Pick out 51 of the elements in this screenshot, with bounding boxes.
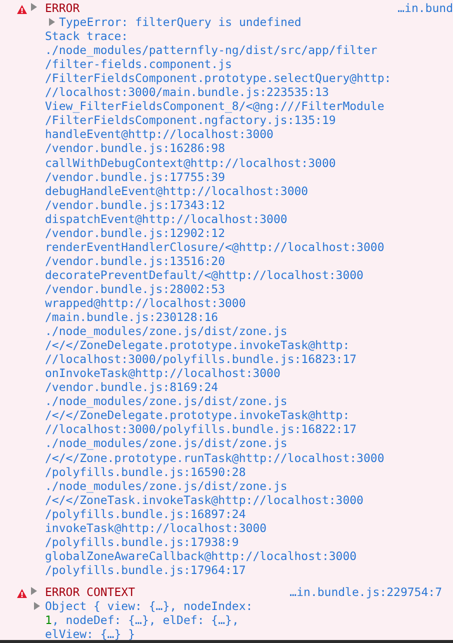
stack-trace-line: globalZoneAwareCallback@http://localhost:3000 (45, 548, 358, 563)
stack-trace-line: renderEventHandlerClosure/<@http://localhost:3000 (45, 240, 386, 254)
stack-trace-line: /vendor.bundle.js:16286:98 (45, 141, 226, 156)
stack-trace-line: /polyfills.bundle.js:17964:17 (45, 562, 247, 577)
stack-trace-line: decoratePreventDefault/<@http://localhost:3000 (45, 268, 364, 282)
source-link[interactable]: …in.bundle.js:229754:7 (290, 584, 453, 599)
stack-trace-line: //localhost:3000/polyfills.bundle.js:16823:17 (45, 352, 358, 366)
disclosure-toggle[interactable] (49, 18, 55, 26)
stack-trace-line: ./node_modules/zone.js/dist/zone.js (45, 394, 288, 408)
stack-trace-line: onInvokeTask@http://localhost:3000 (45, 366, 282, 380)
stack-trace-line: Stack trace: (45, 29, 130, 44)
stack-trace-line: /vendor.bundle.js:12902:12 (45, 226, 226, 240)
stack-trace-line: /polyfills.bundle.js:16897:24 (45, 506, 247, 521)
stack-trace-line: handleEvent@http://localhost:3000 (45, 127, 274, 142)
disclosure-toggle[interactable] (31, 586, 37, 595)
stack-trace-line: /</</Zone.prototype.runTask@http://localhost:3000 (45, 450, 386, 465)
stack-trace-line: //localhost:3000/polyfills.bundle.js:16822:17 (45, 422, 358, 436)
stack-trace-line: /</</ZoneTask.invokeTask@http://localhost:3000 (45, 492, 364, 507)
stack-trace-line: /</</ZoneDelegate.prototype.invokeTask@http: (45, 408, 351, 422)
stack-trace-line: /vendor.bundle.js:8169:24 (45, 380, 220, 394)
stack-trace-line: /</</ZoneDelegate.prototype.invokeTask@http: (45, 338, 351, 352)
stack-trace-line: /main.bundle.js:230128:16 (45, 310, 220, 324)
stack-trace-line: /vendor.bundle.js:17343:12 (45, 198, 226, 212)
stack-trace-line: invokeTask@http://localhost:3000 (45, 520, 268, 535)
stack-trace-line: /FilterFieldsComponent.prototype.selectQuery@http: (45, 71, 392, 86)
stack-trace-line: ./node_modules/zone.js/dist/zone.js (45, 436, 288, 450)
stack-trace-line: callWithDebugContext@http://localhost:3000 (45, 156, 337, 170)
stack-trace-line: debugHandleEvent@http://localhost:3000 (45, 184, 310, 198)
stack-trace-line: dispatchEvent@http://localhost:3000 (45, 212, 288, 226)
stack-trace-line: /vendor.bundle.js:13516:20 (45, 254, 226, 268)
source-link[interactable]: …in.bund (398, 1, 453, 16)
stack-trace-line: View_FilterFieldsComponent_8/<@ng:///FilterModule (45, 99, 386, 114)
stack-trace-line: /filter-fields.component.js (45, 57, 233, 72)
object-preview: Object { view: {…}, nodeIndex: 1, nodeDef: {…}, elDef: {…}, elView: {…} } (45, 598, 253, 640)
message-label: ERROR CONTEXT (45, 584, 136, 599)
warning-icon (17, 5, 27, 14)
stack-trace-line: ./node_modules/patternfly-ng/dist/src/app/filter (45, 43, 378, 58)
stack-trace-line: /polyfills.bundle.js:17938:9 (45, 534, 240, 549)
stack-trace-line: /vendor.bundle.js:17755:39 (45, 170, 226, 184)
stack-trace-line: ./node_modules/zone.js/dist/zone.js (45, 478, 288, 493)
stack-trace-line: /FilterFieldsComponent.ngfactory.js:135:19 (45, 113, 337, 128)
stack-trace-line: /polyfills.bundle.js:16590:28 (45, 464, 247, 479)
stack-trace-line: /vendor.bundle.js:28002:53 (45, 282, 226, 296)
disclosure-toggle[interactable] (34, 602, 40, 610)
stack-trace-line: wrapped@http://localhost:3000 (45, 296, 247, 310)
stack-trace-line: //localhost:3000/main.bundle.js:223535:13 (45, 85, 330, 100)
stack-trace-line: ./node_modules/zone.js/dist/zone.js (45, 324, 288, 338)
disclosure-toggle[interactable] (31, 3, 37, 11)
message-label: ERROR (45, 1, 81, 16)
error-summary: TypeError: filterQuery is undefined (59, 15, 302, 30)
warning-icon (17, 588, 27, 598)
